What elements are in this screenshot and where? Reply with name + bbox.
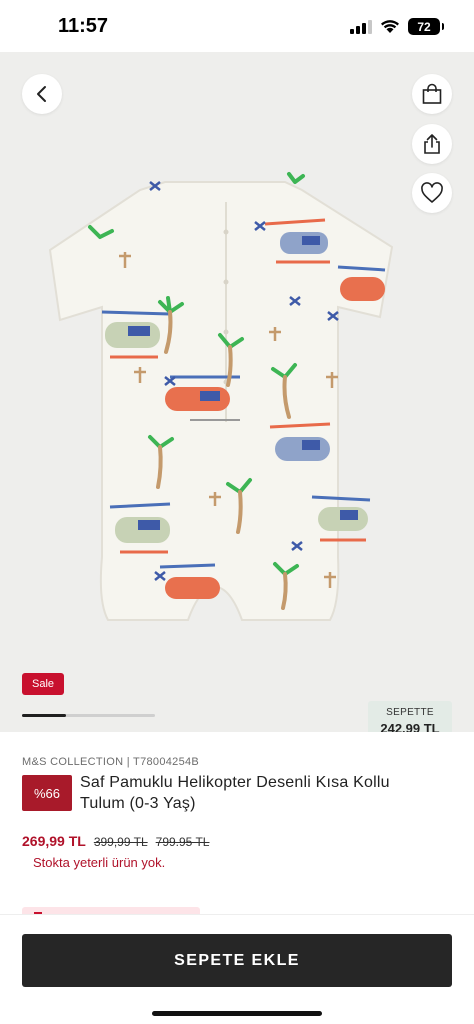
basket-summary[interactable]: SEPETTE 242.99 TL [368,701,452,732]
shopping-bag-icon [422,83,442,104]
cart-button[interactable] [412,74,452,114]
bottom-action-bar: SEPETE EKLE [0,914,474,1024]
stock-message: Stokta yeterli ürün yok. [33,855,166,870]
favorite-button[interactable] [412,173,452,213]
price-old: 399,99 TL [93,835,148,849]
brand-sku: M&S COLLECTION | T78004254B [22,756,200,768]
chevron-left-icon [37,86,46,102]
product-title: Saf Pamuklu Helikopter Desenli Kısa Koll… [80,774,390,812]
status-time: 11:57 [58,15,109,37]
product-image [48,172,394,621]
discount-badge: %66 [22,775,72,811]
wifi-icon [381,20,399,33]
sale-badge: Sale [22,673,65,695]
status-bar: 11:57 72 [0,0,474,52]
price-row: 269,99 TL 399,99 TL 799.95 TL [22,833,209,849]
product-gallery[interactable]: Sale SEPETTE 242.99 TL [0,52,474,732]
share-icon [424,134,440,154]
share-button[interactable] [412,124,452,164]
home-indicator [152,1011,322,1016]
basket-label: SEPETTE [386,707,434,718]
heart-icon [421,182,443,203]
add-to-cart-button[interactable]: SEPETE EKLE [22,934,452,987]
gallery-progress [22,714,155,717]
back-button[interactable] [22,74,62,114]
price-current: 269,99 TL [22,833,86,849]
battery-icon: 72 [408,18,444,35]
basket-total: 242.99 TL [380,721,440,732]
status-icons: 72 [350,18,444,35]
signal-icon [350,19,372,34]
price-original: 799.95 TL [155,835,210,849]
gallery-progress-fill [22,714,66,717]
battery-level: 72 [417,19,431,34]
